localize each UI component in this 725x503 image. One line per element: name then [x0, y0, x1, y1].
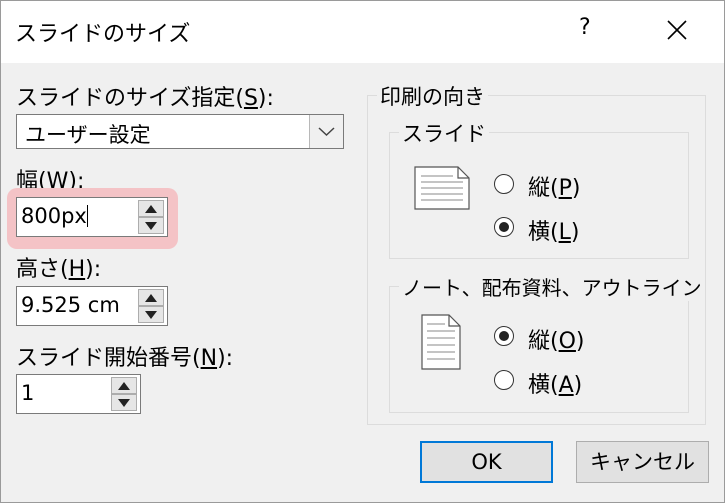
width-increment-button[interactable] — [138, 200, 164, 217]
orientation-title: 印刷の向き — [377, 81, 488, 111]
start-number-increment-button[interactable] — [111, 377, 137, 394]
start-number-input[interactable]: 1 — [16, 374, 141, 414]
slides-landscape-label: 横(L) — [528, 220, 580, 245]
width-input[interactable]: 800px — [16, 197, 168, 237]
slides-portrait-radio[interactable] — [494, 174, 514, 194]
notes-portrait-label: 縦(O) — [528, 329, 585, 354]
slides-orientation-title: スライド — [399, 118, 489, 148]
triangle-up-icon — [118, 382, 130, 390]
width-spinner — [138, 199, 166, 235]
width-decrement-button[interactable] — [138, 217, 164, 234]
height-label: 高さ(H): — [16, 257, 102, 282]
slides-landscape-radio[interactable] — [494, 217, 514, 237]
chevron-down-icon — [318, 127, 335, 137]
height-decrement-button[interactable] — [138, 306, 164, 323]
text-caret — [86, 205, 88, 227]
start-number-spinner — [111, 376, 139, 412]
cancel-button[interactable]: キャンセル — [576, 441, 709, 483]
height-value: 9.525 cm — [21, 293, 120, 317]
ok-button[interactable]: OK — [420, 441, 553, 483]
triangle-down-icon — [145, 311, 157, 319]
portrait-page-icon — [421, 314, 461, 370]
notes-portrait-radio[interactable] — [494, 326, 514, 346]
triangle-up-icon — [145, 294, 157, 302]
landscape-page-icon — [414, 166, 470, 210]
height-increment-button[interactable] — [138, 289, 164, 306]
slide-size-label: スライドのサイズ指定(S): — [16, 86, 274, 111]
radio-selected-dot — [499, 222, 509, 232]
height-spinner — [138, 288, 166, 324]
dialog-title: スライドのサイズ — [15, 22, 191, 47]
width-value: 800px — [21, 204, 87, 228]
triangle-up-icon — [145, 205, 157, 213]
start-number-decrement-button[interactable] — [111, 394, 137, 411]
notes-landscape-label: 横(A) — [528, 373, 583, 398]
triangle-down-icon — [145, 222, 157, 230]
slide-size-dialog: スライドのサイズ ? スライドのサイズ指定(S): ユーザー設定 幅(W): 8… — [0, 0, 725, 503]
close-icon[interactable] — [664, 17, 690, 43]
notes-landscape-radio[interactable] — [494, 370, 514, 390]
help-button[interactable]: ? — [579, 15, 591, 40]
start-number-value: 1 — [21, 381, 35, 405]
title-bar: スライドのサイズ ? — [1, 1, 724, 63]
triangle-down-icon — [118, 399, 130, 407]
dropdown-button[interactable] — [309, 115, 343, 148]
radio-selected-dot — [499, 331, 509, 341]
notes-orientation-title: ノート、配布資料、アウトライン — [399, 272, 705, 301]
height-input[interactable]: 9.525 cm — [16, 286, 168, 326]
slide-size-select[interactable]: ユーザー設定 — [16, 114, 344, 149]
start-number-label: スライド開始番号(N): — [16, 346, 234, 371]
slide-size-value: ユーザー設定 — [25, 123, 151, 147]
slides-portrait-label: 縦(P) — [528, 176, 581, 201]
